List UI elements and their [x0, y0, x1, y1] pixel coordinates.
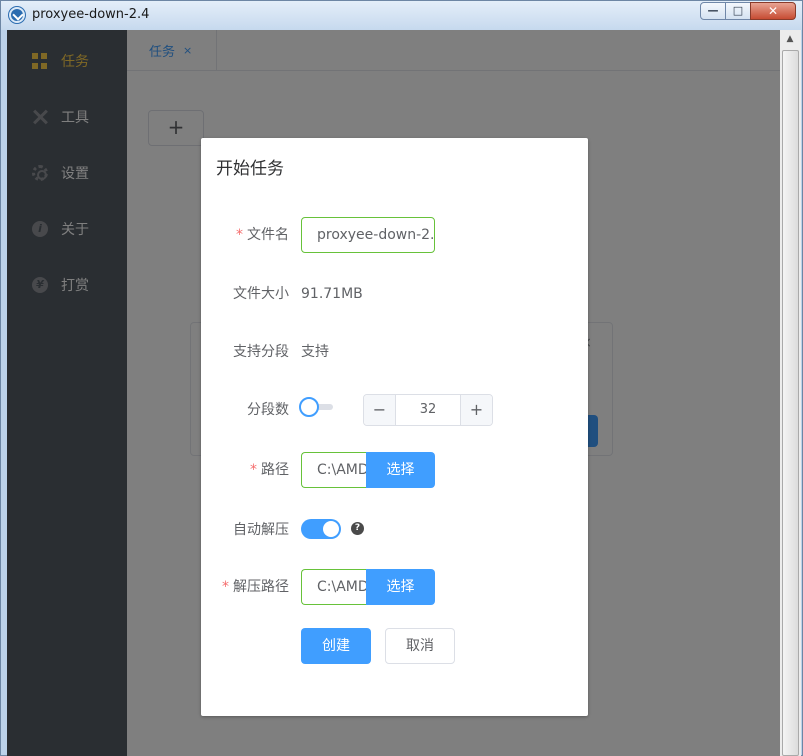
- title-bar[interactable]: proxyee-down-2.4 — □ ✕: [1, 1, 802, 30]
- path-row: * 路径 C:\AMD 选择: [201, 452, 588, 488]
- actions-row: 创建 取消: [201, 628, 588, 664]
- required-mark: *: [236, 227, 243, 243]
- file-size-row: 文件大小 91.71MB: [201, 276, 588, 312]
- path-input[interactable]: C:\AMD: [301, 452, 367, 488]
- connections-toggle[interactable]: [299, 397, 333, 417]
- unzip-path-input-group: C:\AMD 选择: [301, 569, 435, 605]
- path-select-button[interactable]: 选择: [366, 452, 435, 488]
- unzip-path-label: * 解压路径: [222, 579, 289, 595]
- window-controls: — □ ✕: [700, 2, 796, 20]
- decrement-button[interactable]: −: [364, 395, 396, 425]
- range-support-value: 支持: [301, 344, 329, 360]
- path-label: * 路径: [250, 462, 289, 478]
- file-size-label: 文件大小: [233, 286, 289, 302]
- connections-value[interactable]: 32: [396, 395, 460, 425]
- window-title: proxyee-down-2.4: [32, 7, 150, 22]
- unzip-path-select-button[interactable]: 选择: [366, 569, 435, 605]
- toggle-knob: [323, 521, 339, 537]
- close-window-button[interactable]: ✕: [750, 2, 796, 20]
- unzip-path-row: * 解压路径 C:\AMD 选择: [201, 569, 588, 605]
- path-input-group: C:\AMD 选择: [301, 452, 435, 488]
- file-name-label: * 文件名: [236, 227, 289, 243]
- range-support-row: 支持分段 支持: [201, 334, 588, 370]
- connections-label: 分段数: [247, 402, 289, 418]
- auto-unzip-toggle[interactable]: [301, 519, 341, 539]
- start-task-dialog: 开始任务 *文件名 proxyee-down-2.4.zip 文件大小 91.7…: [201, 138, 588, 716]
- minimize-button[interactable]: —: [700, 2, 726, 20]
- connections-row: 分段数 − 32 +: [201, 394, 588, 430]
- create-button[interactable]: 创建: [301, 628, 371, 664]
- minimize-icon: —: [707, 4, 719, 17]
- required-mark: *: [222, 579, 229, 595]
- file-name-input[interactable]: proxyee-down-2.4.zip: [301, 217, 435, 253]
- required-mark: *: [250, 462, 257, 478]
- vertical-scrollbar[interactable]: ▲: [780, 30, 801, 756]
- maximize-icon: □: [732, 4, 744, 17]
- help-icon[interactable]: ?: [351, 522, 364, 535]
- cancel-button[interactable]: 取消: [385, 628, 455, 664]
- toggle-knob: [299, 397, 319, 417]
- auto-unzip-row: 自动解压 ?: [201, 512, 588, 548]
- auto-unzip-label: 自动解压: [233, 522, 289, 538]
- scroll-thumb[interactable]: [782, 50, 799, 756]
- unzip-path-input[interactable]: C:\AMD: [301, 569, 367, 605]
- range-support-label: 支持分段: [233, 344, 289, 360]
- file-size-value: 91.71MB: [301, 286, 363, 302]
- maximize-button[interactable]: □: [725, 2, 751, 20]
- app-download-icon: [9, 7, 25, 23]
- file-name-row: *文件名 proxyee-down-2.4.zip: [201, 217, 588, 253]
- increment-button[interactable]: +: [460, 395, 492, 425]
- dialog-title: 开始任务: [216, 159, 284, 179]
- close-icon: ✕: [767, 4, 779, 18]
- scroll-up-arrow-icon[interactable]: ▲: [782, 31, 798, 47]
- connections-stepper: − 32 +: [363, 394, 493, 426]
